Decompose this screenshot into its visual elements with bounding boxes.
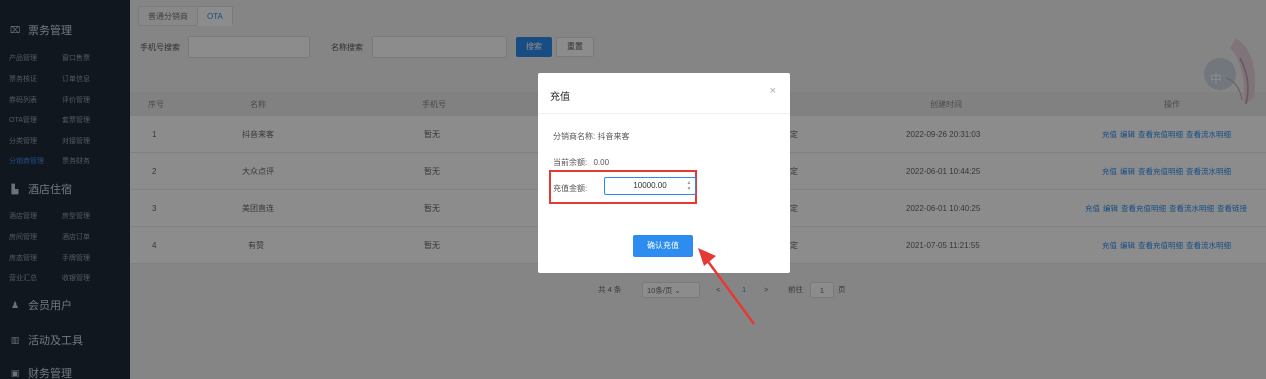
balance-label: 当前余额:	[553, 158, 588, 167]
distributor-name-label: 分销商名称:	[553, 132, 596, 141]
dialog-title: 充值	[550, 92, 570, 103]
close-icon[interactable]: ×	[770, 85, 776, 97]
annotation-arrow	[698, 248, 756, 325]
amount-input[interactable]: 10000.00	[604, 177, 696, 195]
distributor-name-value: 抖音来客	[597, 132, 630, 141]
distributor-name-row: 分销商名称: 抖音来客	[553, 131, 629, 142]
dialog-divider	[538, 113, 790, 114]
amount-stepper[interactable]: ▲ ▼	[684, 179, 694, 193]
confirm-recharge-button[interactable]: 确认充值	[633, 235, 693, 257]
amount-label: 充值金额:	[553, 184, 588, 193]
chevron-down-icon[interactable]: ▼	[687, 186, 692, 192]
balance-row: 当前余额: 0.00	[553, 157, 609, 168]
balance-value: 0.00	[593, 158, 610, 167]
